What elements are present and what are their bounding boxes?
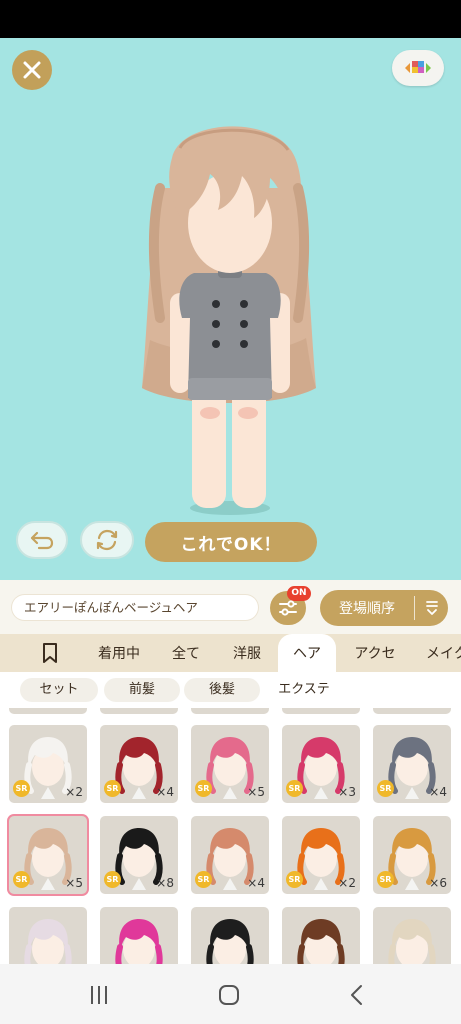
hair-item-tile[interactable]: SR ×5 xyxy=(9,816,87,894)
item-tile[interactable] xyxy=(282,708,360,714)
sort-icon xyxy=(415,600,448,616)
system-nav-bar xyxy=(0,964,461,1024)
owned-count: ×8 xyxy=(156,876,174,890)
item-toolbar: エアリーぽんぽんベージュヘア ON 登場順序 xyxy=(0,580,461,634)
avatar-stage: これでOK！ xyxy=(0,38,461,580)
subtab-set[interactable]: セット xyxy=(20,678,98,702)
tab-all[interactable]: 全て xyxy=(160,634,212,672)
owned-count: ×2 xyxy=(65,785,83,799)
hair-item-tile[interactable]: SR ×4 xyxy=(191,816,269,894)
item-grid: SR ×2 SR ×4 SR ×5 SR ×3 SR ×4 SR ×5 SR ×8 SR ×4 SR ×2 SR ×6 xyxy=(0,708,461,964)
hair-item-tile[interactable]: SR ×6 xyxy=(373,816,451,894)
item-tile[interactable] xyxy=(191,708,269,714)
undo-icon xyxy=(30,531,54,550)
hair-thumbnail xyxy=(297,919,345,964)
hair-thumbnail xyxy=(388,919,436,964)
filter-on-badge: ON xyxy=(287,586,311,601)
close-icon xyxy=(23,61,41,79)
tab-hair[interactable]: ヘア xyxy=(278,634,336,672)
selected-item-name: エアリーぽんぽんベージュヘア xyxy=(12,595,258,620)
status-bar xyxy=(0,0,461,38)
rarity-badge: SR xyxy=(104,871,121,888)
hair-item-tile[interactable]: SR ×2 xyxy=(282,816,360,894)
owned-count: ×4 xyxy=(156,785,174,799)
item-tile[interactable] xyxy=(9,708,87,714)
hair-item-tile[interactable] xyxy=(373,907,451,964)
rarity-badge: SR xyxy=(286,871,303,888)
refresh-button[interactable] xyxy=(80,521,134,559)
hair-item-tile[interactable]: SR ×4 xyxy=(100,725,178,803)
owned-count: ×4 xyxy=(429,785,447,799)
rarity-badge: SR xyxy=(377,871,394,888)
tab-wearing[interactable]: 着用中 xyxy=(88,634,150,672)
close-button[interactable] xyxy=(12,50,52,90)
filter-sliders-icon xyxy=(279,600,297,616)
owned-count: ×5 xyxy=(247,785,265,799)
hair-item-tile[interactable]: SR ×2 xyxy=(9,725,87,803)
rarity-badge: SR xyxy=(195,780,212,797)
palette-icon xyxy=(405,61,431,73)
sort-label: 登場順序 xyxy=(339,601,395,617)
sort-button[interactable]: 登場順序 xyxy=(320,590,448,626)
owned-count: ×5 xyxy=(65,876,83,890)
rarity-badge: SR xyxy=(286,780,303,797)
tab-accessory[interactable]: アクセ xyxy=(344,634,406,672)
refresh-icon xyxy=(96,529,118,551)
hair-item-tile[interactable] xyxy=(100,907,178,964)
subtab-extension[interactable]: エクステ xyxy=(264,678,344,702)
subcategory-tabs: セット 前髪 後髪 エクステ xyxy=(0,672,461,708)
sort-divider xyxy=(414,596,415,620)
color-palette-button[interactable] xyxy=(392,50,444,86)
hair-thumbnail xyxy=(206,919,254,964)
rarity-badge: SR xyxy=(377,780,394,797)
rarity-badge: SR xyxy=(13,780,30,797)
recents-icon xyxy=(91,986,107,1004)
hair-thumbnail xyxy=(115,919,163,964)
category-tabs: 着用中 全て 洋服 ヘア アクセ メイク xyxy=(0,634,461,672)
avatar-illustration xyxy=(142,126,316,515)
subtab-back-hair[interactable]: 後髪 xyxy=(184,678,260,702)
hair-item-tile[interactable]: SR ×3 xyxy=(282,725,360,803)
hair-item-tile[interactable]: SR ×4 xyxy=(373,725,451,803)
hair-thumbnail xyxy=(24,919,72,964)
back-icon xyxy=(351,985,362,1005)
confirm-ok-button[interactable]: これでOK！ xyxy=(145,522,317,562)
owned-count: ×6 xyxy=(429,876,447,890)
home-button[interactable] xyxy=(214,982,244,1008)
home-icon xyxy=(219,985,239,1005)
hair-item-tile[interactable] xyxy=(282,907,360,964)
hair-item-tile[interactable]: SR ×8 xyxy=(100,816,178,894)
item-tile[interactable] xyxy=(373,708,451,714)
subtab-bangs[interactable]: 前髪 xyxy=(104,678,180,702)
rarity-badge: SR xyxy=(13,871,30,888)
owned-count: ×2 xyxy=(338,876,356,890)
hair-item-tile[interactable] xyxy=(191,907,269,964)
tab-bookmark[interactable] xyxy=(28,634,72,672)
tab-clothes[interactable]: 洋服 xyxy=(222,634,272,672)
rarity-badge: SR xyxy=(195,871,212,888)
back-button[interactable] xyxy=(342,982,372,1008)
hair-item-tile[interactable] xyxy=(9,907,87,964)
bookmark-icon xyxy=(43,643,57,663)
owned-count: ×4 xyxy=(247,876,265,890)
undo-button[interactable] xyxy=(16,521,68,559)
owned-count: ×3 xyxy=(338,785,356,799)
hair-item-tile[interactable]: SR ×5 xyxy=(191,725,269,803)
recents-button[interactable] xyxy=(84,982,114,1008)
item-tile[interactable] xyxy=(100,708,178,714)
rarity-badge: SR xyxy=(104,780,121,797)
tab-makeup[interactable]: メイク xyxy=(418,634,461,672)
